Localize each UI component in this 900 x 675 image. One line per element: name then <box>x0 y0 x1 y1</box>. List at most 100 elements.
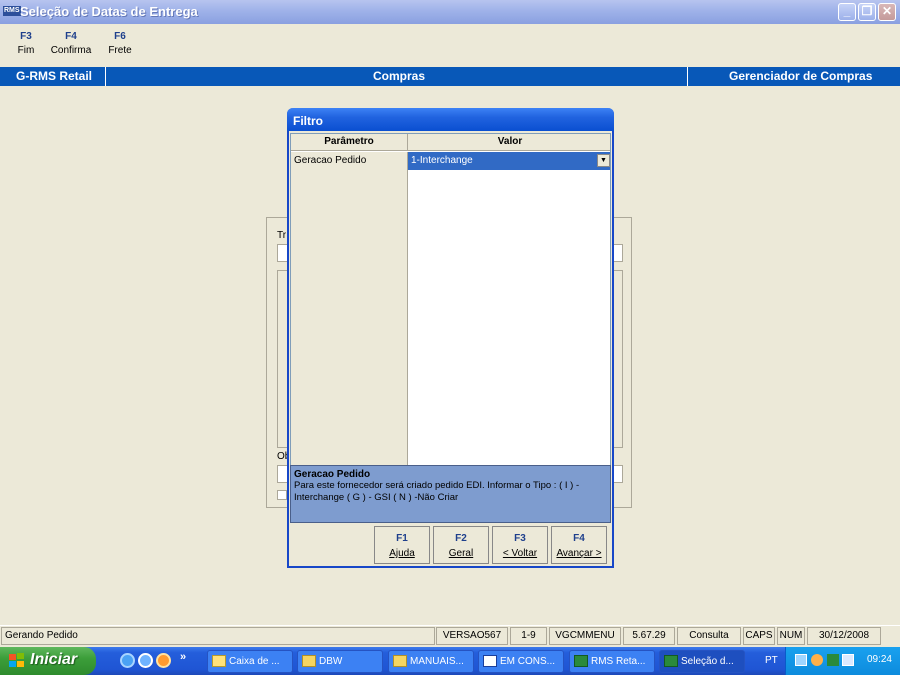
task-label: Seleção d... <box>681 656 734 667</box>
fim-button[interactable]: F3 Fim <box>12 31 40 56</box>
folder-icon <box>302 655 316 668</box>
num-indicator: NUM <box>777 627 805 645</box>
caps-indicator: CAPS <box>743 627 775 645</box>
button-label: < Voltar <box>502 548 538 559</box>
clock: 09:24 <box>866 654 892 665</box>
param-cell: Geracao Pedido <box>291 152 408 170</box>
value-cell <box>408 188 610 206</box>
rms-app-icon <box>574 655 588 668</box>
frete-button[interactable]: F6 Frete <box>104 31 136 56</box>
empty-row <box>291 206 610 224</box>
empty-row <box>291 350 610 368</box>
language-indicator[interactable]: PT <box>765 655 778 666</box>
fkey-key: F6 <box>114 31 126 42</box>
param-cell <box>291 224 408 242</box>
param-cell <box>291 422 408 440</box>
module-name: Compras <box>373 69 426 83</box>
task-word-doc[interactable]: EM CONS... <box>478 650 564 673</box>
param-cell <box>291 314 408 332</box>
function-key-toolbar: F3 Fim F4 Confirma F6 Frete <box>0 24 900 66</box>
restore-button[interactable]: ❐ <box>858 3 876 21</box>
close-button[interactable]: ✕ <box>878 3 896 21</box>
task-dbw[interactable]: DBW <box>297 650 383 673</box>
value-cell <box>408 350 610 368</box>
module-header: G-RMS Retail Compras Gerenciador de Comp… <box>0 67 900 86</box>
task-label: DBW <box>319 656 343 667</box>
network-icon[interactable] <box>795 654 807 666</box>
voltar-button[interactable]: F3 < Voltar <box>492 526 548 564</box>
start-label: Iniciar <box>30 651 78 668</box>
task-label: EM CONS... <box>500 656 556 667</box>
divider <box>105 67 106 86</box>
avancar-button[interactable]: F4 Avançar > <box>551 526 607 564</box>
status-bar: Gerando Pedido VERSAO567 1-9 VGCMMENU 5.… <box>0 625 900 645</box>
task-manuais[interactable]: MANUAIS... <box>388 650 474 673</box>
minimize-button[interactable]: _ <box>838 3 856 21</box>
description-title: Geracao Pedido <box>294 469 371 480</box>
ie-icon[interactable] <box>120 653 135 668</box>
empty-row <box>291 368 610 386</box>
empty-row <box>291 332 610 350</box>
description-panel: Geracao Pedido Para este fornecedor será… <box>290 465 611 523</box>
param-cell <box>291 170 408 188</box>
param-cell <box>291 440 408 458</box>
parameter-grid: Parâmetro Valor Geracao Pedido 1-Interch… <box>290 133 611 473</box>
fkey-label: Confirma <box>50 45 92 56</box>
ajuda-button[interactable]: F1 Ajuda <box>374 526 430 564</box>
folder-icon <box>393 655 407 668</box>
param-cell <box>291 404 408 422</box>
task-label: RMS Reta... <box>591 656 646 667</box>
dialog-title: Filtro <box>287 108 614 131</box>
value-cell <box>408 422 610 440</box>
confirma-button[interactable]: F4 Confirma <box>49 31 93 56</box>
value-cell <box>408 260 610 278</box>
value-cell <box>408 224 610 242</box>
value-cell <box>408 278 610 296</box>
param-cell <box>291 278 408 296</box>
media-icon[interactable] <box>156 653 171 668</box>
system-tray: 09:24 <box>785 647 900 675</box>
fkey-label: Frete <box>108 45 132 56</box>
task-mail[interactable]: Caixa de ... <box>207 650 293 673</box>
empty-row <box>291 170 610 188</box>
empty-row <box>291 260 610 278</box>
empty-row <box>291 440 610 458</box>
param-cell <box>291 386 408 404</box>
rms-app-icon <box>664 655 678 668</box>
dropdown-arrow-icon[interactable]: ▼ <box>597 154 610 167</box>
mail-icon <box>212 655 226 668</box>
empty-row <box>291 242 610 260</box>
app-icon: RMS <box>3 6 21 16</box>
value-cell <box>408 242 610 260</box>
button-label: Geral <box>448 548 474 559</box>
empty-row <box>291 224 610 242</box>
volume-icon[interactable] <box>811 654 823 666</box>
status-date: 30/12/2008 <box>807 627 881 645</box>
word-document-icon <box>483 655 497 668</box>
divider <box>687 67 688 86</box>
task-rms-retail[interactable]: RMS Reta... <box>569 650 655 673</box>
security-icon[interactable] <box>842 654 854 666</box>
status-message: Gerando Pedido <box>1 627 435 645</box>
param-cell <box>291 296 408 314</box>
table-row[interactable]: Geracao Pedido 1-Interchange ▼ <box>291 152 610 170</box>
fkey-key: F3 <box>20 31 32 42</box>
geral-button[interactable]: F2 Geral <box>433 526 489 564</box>
status-version: VERSAO567 <box>436 627 508 645</box>
fkey-label: Fim <box>17 45 35 56</box>
rms-tray-icon[interactable] <box>827 654 839 666</box>
value-text: 1-Interchange <box>411 155 473 166</box>
param-cell <box>291 188 408 206</box>
value-dropdown[interactable]: 1-Interchange ▼ <box>408 152 610 170</box>
windows-logo-icon <box>9 653 24 667</box>
quicklaunch-chevron-icon[interactable]: » <box>180 651 186 663</box>
param-cell <box>291 242 408 260</box>
param-cell <box>291 368 408 386</box>
task-label: MANUAIS... <box>410 656 464 667</box>
window-title: Seleção de Datas de Entrega <box>20 4 198 19</box>
browser-icon[interactable] <box>138 653 153 668</box>
task-selecao[interactable]: Seleção d... <box>659 650 745 673</box>
taskbar: Iniciar » Caixa de ... DBW MANUAIS... EM… <box>0 647 900 675</box>
background-checkbox[interactable] <box>277 490 287 500</box>
start-button[interactable]: Iniciar <box>0 647 96 675</box>
